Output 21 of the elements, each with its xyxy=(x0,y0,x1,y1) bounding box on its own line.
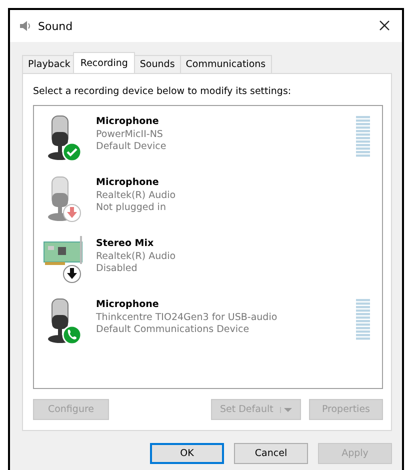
window-title: Sound xyxy=(38,20,74,32)
device-driver: PowerMicII-NS xyxy=(96,128,164,141)
caret-icon xyxy=(284,406,292,412)
device-name: Microphone xyxy=(96,177,160,190)
device-status: Disabled xyxy=(96,263,138,276)
speaker-icon xyxy=(18,19,32,33)
device-status: Not plugged in xyxy=(96,202,167,214)
device-name: Stereo Mix xyxy=(96,238,155,250)
dialog-button[interactable]: OK xyxy=(150,443,224,464)
tab[interactable]: Communications xyxy=(180,55,272,73)
device-driver: Thinkcentre TIO24Gen3 for USB-audio xyxy=(96,312,278,324)
instruction-text: Select a recording device below to modify its settings: xyxy=(33,86,292,97)
device-driver: Realtek(R) Audio xyxy=(96,250,177,263)
close-icon xyxy=(379,20,390,31)
device-name: Microphone xyxy=(96,299,160,312)
dialog-button[interactable]: Cancel xyxy=(234,443,308,464)
device-status: Default Communications Device xyxy=(96,324,250,336)
tab[interactable]: Recording xyxy=(73,52,135,73)
device-driver: Realtek(R) Audio xyxy=(96,190,177,202)
device-status: Default Device xyxy=(96,141,168,154)
device-name: Microphone xyxy=(96,116,160,128)
